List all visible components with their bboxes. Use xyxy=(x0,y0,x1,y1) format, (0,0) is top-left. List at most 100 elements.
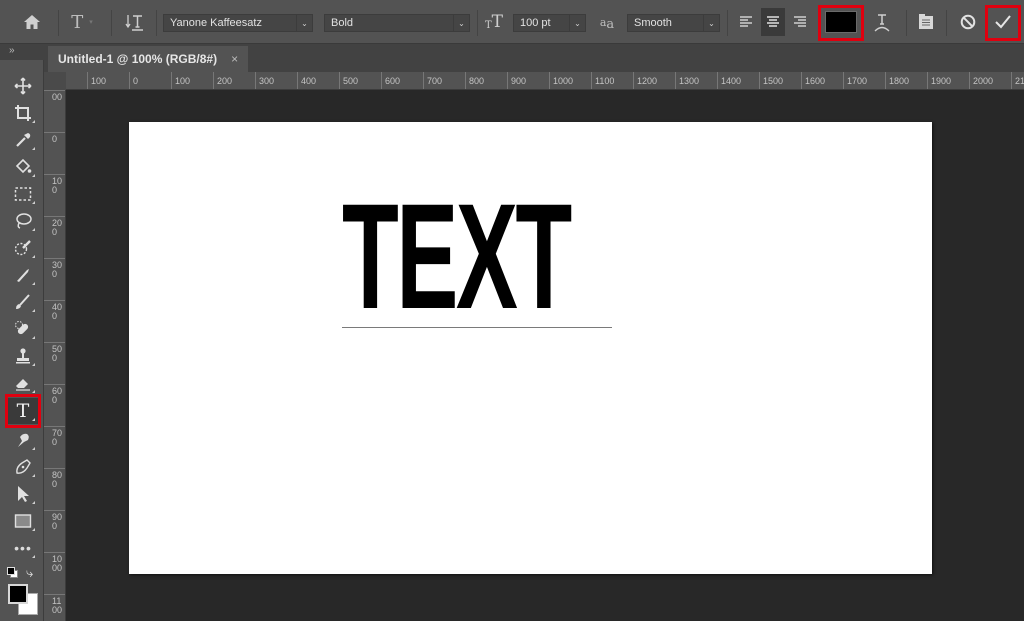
ruler-tick-label: 1100 xyxy=(591,72,614,89)
close-icon[interactable]: × xyxy=(231,52,238,66)
photoshop-window: T ▾ Yanone Kaffeesatz ⌄ Bold ⌄ TT 100 pt… xyxy=(0,0,1024,621)
rectangular-marquee-icon xyxy=(14,187,32,201)
ruler-tick-label: 2100 xyxy=(1011,72,1024,89)
default-colors-button[interactable] xyxy=(7,567,19,579)
ruler-tick-label: 1300 xyxy=(675,72,699,89)
eraser-tool[interactable] xyxy=(8,370,38,396)
font-style-select[interactable]: Bold ⌄ xyxy=(324,14,470,32)
stamp-icon xyxy=(16,348,30,364)
paint-bucket-tool[interactable] xyxy=(8,154,38,180)
toggle-text-orientation-button[interactable] xyxy=(122,8,148,36)
home-button[interactable] xyxy=(18,8,46,36)
brush-tool[interactable] xyxy=(8,289,38,315)
swap-arrow-icon: ⤷ xyxy=(26,565,34,580)
paint-bucket-icon xyxy=(15,158,32,174)
font-family-select[interactable]: Yanone Kaffeesatz ⌄ xyxy=(163,14,313,32)
collapse-panel-button[interactable]: » xyxy=(0,44,44,60)
ruler-tick-label: 900 xyxy=(507,72,526,89)
quick-selection-tool[interactable] xyxy=(8,235,38,261)
ruler-tick-label: 1100 xyxy=(44,594,65,615)
font-size-value: 100 pt xyxy=(520,17,551,29)
ruler-tick-label: 800 xyxy=(44,468,65,489)
ruler-tick-label: 100 xyxy=(87,72,106,89)
chevron-down-icon: ▾ xyxy=(89,19,93,26)
path-selection-tool[interactable] xyxy=(8,481,38,507)
move-icon xyxy=(14,77,32,95)
eyedropper-icon xyxy=(16,133,31,147)
chevron-down-icon: ⌄ xyxy=(453,15,469,31)
ruler-tick-label: 0 xyxy=(129,72,138,89)
bandage-icon xyxy=(15,321,29,335)
document-canvas[interactable]: TEXT xyxy=(129,122,932,574)
foreground-color-swatch[interactable] xyxy=(8,584,28,604)
font-size-select[interactable]: 100 pt ⌄ xyxy=(513,14,586,32)
lasso-icon xyxy=(16,213,32,229)
ruler-tick-label: 400 xyxy=(44,300,65,321)
swap-colors-button[interactable]: ⤷ xyxy=(26,565,33,581)
align-center-icon xyxy=(767,16,779,27)
ruler-tick-label: 400 xyxy=(297,72,316,89)
ruler-tick-label: 700 xyxy=(44,426,65,447)
ruler-origin[interactable] xyxy=(44,72,66,90)
align-left-icon xyxy=(740,16,752,27)
rectangle-tool[interactable] xyxy=(8,508,38,534)
spot-healing-tool[interactable] xyxy=(8,316,38,342)
cancel-edits-button[interactable] xyxy=(955,8,981,36)
brush-icon xyxy=(16,294,30,309)
ruler-tick-label: 700 xyxy=(423,72,442,89)
eyedropper-tool[interactable] xyxy=(8,127,38,153)
chevron-down-icon: ⌄ xyxy=(703,15,719,31)
character-paragraph-panel-button[interactable] xyxy=(914,8,938,36)
tools-panel: » T ••• ⤷ xyxy=(0,44,44,621)
marquee-tool[interactable] xyxy=(8,181,38,207)
ruler-tick-label: 00 xyxy=(44,90,65,102)
text-color-swatch[interactable] xyxy=(825,11,857,33)
ruler-tick-label: 300 xyxy=(255,72,274,89)
vertical-ruler[interactable]: 00 0 100 200 300 400 500 600 700 800 900 1000 1100 xyxy=(44,90,66,621)
canvas-text[interactable]: TEXT xyxy=(342,181,572,331)
document-tabs: Untitled-1 @ 100% (RGB/8#) × xyxy=(44,44,1024,72)
align-right-button[interactable] xyxy=(789,8,811,36)
anti-alias-value: Smooth xyxy=(634,17,672,29)
quick-selection-icon xyxy=(14,240,31,256)
ruler-tick-label: 1400 xyxy=(717,72,741,89)
eraser-icon xyxy=(16,379,30,391)
ruler-tick-label: 200 xyxy=(44,216,65,237)
rectangle-icon xyxy=(14,514,32,528)
crop-tool[interactable] xyxy=(8,100,38,126)
checkmark-icon xyxy=(995,15,1011,29)
align-center-button[interactable] xyxy=(761,8,785,36)
commit-edits-button[interactable] xyxy=(989,8,1017,36)
cancel-icon xyxy=(960,14,976,30)
warp-text-button[interactable] xyxy=(870,8,894,36)
anti-alias-select[interactable]: Smooth ⌄ xyxy=(627,14,720,32)
arrow-pointer-icon xyxy=(18,486,29,502)
ruler-tick-label: 800 xyxy=(465,72,484,89)
chevron-down-icon: ⌄ xyxy=(569,15,585,31)
smudge-tool[interactable] xyxy=(8,427,38,453)
crop-icon xyxy=(15,105,31,121)
ruler-tick-label: 1900 xyxy=(927,72,951,89)
move-tool[interactable] xyxy=(8,73,38,99)
work-area[interactable]: TEXT xyxy=(66,90,1024,621)
text-layer[interactable]: TEXT xyxy=(342,181,612,331)
more-icon: ••• xyxy=(14,540,32,556)
horizontal-ruler[interactable]: 100 0 100 200 300 400 500 600 700 800 900 1000 1100 1… xyxy=(66,72,1024,90)
ruler-tick-label: 1500 xyxy=(759,72,783,89)
ruler-tick-label: 1000 xyxy=(44,552,65,573)
clone-stamp-tool[interactable] xyxy=(8,343,38,369)
align-left-button[interactable] xyxy=(735,8,757,36)
ruler-tick-label: 100 xyxy=(44,174,65,195)
document-tab[interactable]: Untitled-1 @ 100% (RGB/8#) × xyxy=(48,46,249,72)
pen-tool[interactable] xyxy=(8,454,38,480)
tool-preset-picker[interactable]: T ▾ xyxy=(64,8,100,36)
ruler-tick-label: 500 xyxy=(339,72,358,89)
lasso-tool[interactable] xyxy=(8,208,38,234)
text-orientation-icon xyxy=(125,15,143,31)
anti-alias-icon: aa xyxy=(599,15,615,32)
more-tools-button[interactable]: ••• xyxy=(8,535,38,561)
chevron-down-icon: ⌄ xyxy=(296,15,312,31)
ruler-tick-label: 0 xyxy=(44,132,65,144)
pen-brush-tool[interactable] xyxy=(8,262,38,288)
highlight-type-tool-box xyxy=(5,394,41,428)
